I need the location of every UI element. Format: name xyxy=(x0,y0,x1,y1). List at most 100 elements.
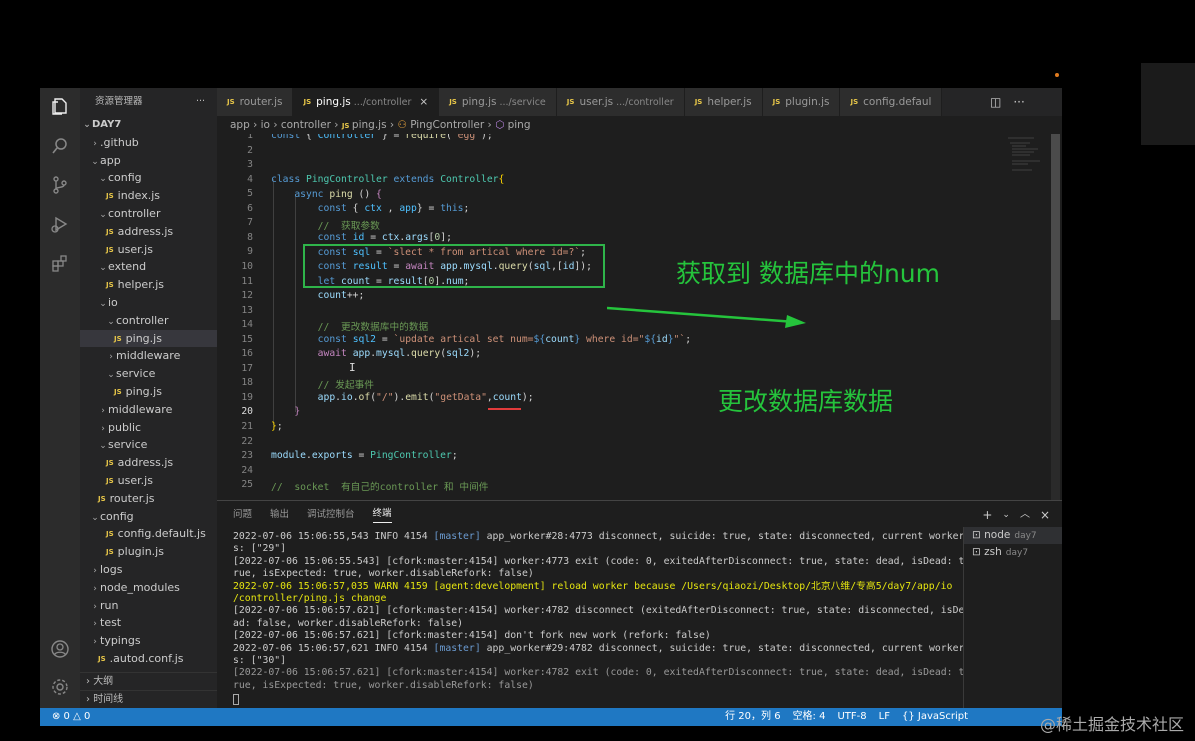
tree-item-label: logs xyxy=(100,562,123,576)
panel-tab[interactable]: 调试控制台 xyxy=(307,501,355,529)
terminal-output[interactable]: 2022-07-06 15:06:55,543 INFO 4154 [maste… xyxy=(233,531,963,706)
account-icon[interactable] xyxy=(48,637,72,661)
tab-label: user.js xyxy=(579,96,614,108)
terminal-icon: ⊡ xyxy=(972,529,985,541)
tree-item-label: middleware xyxy=(108,402,173,416)
folder-item[interactable]: ⌄app xyxy=(80,152,217,170)
extensions-icon[interactable] xyxy=(48,251,72,275)
split-editor-icon[interactable]: ◫ xyxy=(990,88,1001,116)
js-file-icon: JS xyxy=(341,122,352,130)
file-item[interactable]: JS ping.js xyxy=(80,383,217,401)
terminal-line: [2022-07-06 15:06:55.543] [cfork:master:… xyxy=(233,555,963,567)
breadcrumb-item[interactable]: PingController xyxy=(410,119,484,131)
folder-item[interactable]: › public xyxy=(80,419,217,437)
source-control-icon[interactable] xyxy=(48,173,72,197)
folder-item[interactable]: › test xyxy=(80,614,217,632)
js-file-icon: JS xyxy=(227,98,235,106)
text-cursor-icon: I xyxy=(349,361,356,374)
folder-item[interactable]: › typings xyxy=(80,632,217,650)
js-file-icon: JS xyxy=(303,98,312,106)
language-mode[interactable]: {} JavaScript xyxy=(902,708,968,726)
folder-item[interactable]: ⌄config xyxy=(80,169,217,187)
breadcrumb-item[interactable]: controller xyxy=(281,119,331,131)
editor-tab[interactable]: JS ping.js .../controller × xyxy=(293,88,440,116)
folder-item[interactable]: › logs xyxy=(80,561,217,579)
file-item[interactable]: JS user.js xyxy=(80,241,217,259)
tab-label: ping.js xyxy=(461,96,497,108)
explorer-icon[interactable] xyxy=(48,94,72,118)
folder-item[interactable]: › middleware xyxy=(80,401,217,419)
folder-item[interactable]: ⌄controller xyxy=(80,205,217,223)
cursor-position[interactable]: 行 20，列 6 xyxy=(725,708,780,726)
editor-scrollbar[interactable] xyxy=(1051,134,1060,500)
breadcrumb-item[interactable]: ping.js xyxy=(352,119,387,131)
tab-label: helper.js xyxy=(707,96,752,108)
close-tab-icon[interactable]: × xyxy=(419,96,428,108)
outline-section[interactable]: › 大纲 xyxy=(80,672,217,690)
search-icon[interactable] xyxy=(48,134,72,158)
folder-item[interactable]: ⌄service xyxy=(80,436,217,454)
line-number: 19 xyxy=(241,391,253,403)
settings-gear-icon[interactable] xyxy=(48,675,72,699)
minimap[interactable] xyxy=(1004,134,1048,194)
file-item[interactable]: JS .autod.conf.js xyxy=(80,650,217,668)
panel-tab[interactable]: 终端 xyxy=(372,501,392,523)
folder-item[interactable]: › middleware xyxy=(80,347,217,365)
folder-item[interactable]: › .github xyxy=(80,134,217,152)
breadcrumb-item[interactable]: io xyxy=(261,119,270,131)
terminal-name: node xyxy=(984,529,1011,541)
file-item[interactable]: JS user.js xyxy=(80,472,217,490)
editor-tab[interactable]: JS ping.js .../service xyxy=(439,88,557,116)
file-item[interactable]: JS router.js xyxy=(80,490,217,508)
file-item[interactable]: JS address.js xyxy=(80,454,217,472)
tree-item-label: .autod.conf.js xyxy=(109,651,184,665)
editor-tab[interactable]: JS user.js .../controller xyxy=(556,88,685,116)
explorer-header: 资源管理器 ··· xyxy=(80,88,217,116)
editor-tab[interactable]: JS config.defaul xyxy=(840,88,943,116)
terminal-list: ⊡ node day7 ⊡ zsh day7 xyxy=(963,527,1062,709)
code-editor[interactable]: 1 2 3 4 5 6 7 8 9 10 11 12 13 14 15 16 17 18 19 20 21 22 23 24 2… xyxy=(217,134,1062,500)
folder-item[interactable]: ⌄controller xyxy=(80,312,217,330)
problems-indicator[interactable]: ⊗ 0 △ 0 xyxy=(52,708,90,726)
side-panel-stub xyxy=(1141,63,1195,145)
encoding[interactable]: UTF-8 xyxy=(837,708,866,726)
tree-item-label: controller xyxy=(108,206,161,220)
editor-tab[interactable]: JS router.js xyxy=(217,88,294,116)
folder-item[interactable]: ⌄service xyxy=(80,365,217,383)
timeline-section[interactable]: › 时间线 xyxy=(80,690,217,708)
folder-item[interactable]: ⌄extend xyxy=(80,258,217,276)
folder-item[interactable]: ⌄io xyxy=(80,294,217,312)
file-item[interactable]: JS helper.js xyxy=(80,276,217,294)
annotation-get-num: 获取到 数据库中的num xyxy=(676,259,940,288)
file-item[interactable]: JS address.js xyxy=(80,223,217,241)
panel-tab[interactable]: 输出 xyxy=(270,501,289,529)
folder-item[interactable]: ⌄config xyxy=(80,508,217,526)
line-number: 10 xyxy=(241,260,253,272)
workspace-root[interactable]: ⌄DAY7 xyxy=(80,116,217,134)
end-of-line[interactable]: LF xyxy=(879,708,890,726)
breadcrumb-item[interactable]: ping xyxy=(508,119,531,131)
terminal-instance[interactable]: ⊡ zsh day7 xyxy=(964,544,1062,561)
breadcrumb-item[interactable]: app xyxy=(230,119,250,131)
maximize-panel-icon[interactable]: ︿ xyxy=(1020,501,1030,529)
more-actions-icon[interactable]: ··· xyxy=(196,88,205,116)
js-file-icon: JS xyxy=(106,476,114,485)
indentation[interactable]: 空格: 4 xyxy=(793,708,826,726)
folder-item[interactable]: › node_modules xyxy=(80,579,217,597)
file-item[interactable]: JS plugin.js xyxy=(80,543,217,561)
editor-tab[interactable]: JS plugin.js xyxy=(762,88,841,116)
chevron-down-icon[interactable]: ⌄ xyxy=(1002,501,1010,529)
run-debug-icon[interactable] xyxy=(48,212,72,236)
file-item[interactable]: JS config.default.js xyxy=(80,525,217,543)
close-panel-icon[interactable]: × xyxy=(1040,501,1050,529)
editor-more-icon[interactable]: ··· xyxy=(1013,88,1024,116)
file-item[interactable]: JS index.js xyxy=(80,187,217,205)
editor-tab[interactable]: JS helper.js xyxy=(684,88,763,116)
terminal-instance[interactable]: ⊡ node day7 xyxy=(964,527,1062,544)
js-file-icon: JS xyxy=(98,494,106,503)
new-terminal-icon[interactable]: + xyxy=(982,501,992,529)
folder-item[interactable]: › run xyxy=(80,597,217,615)
file-item[interactable]: JS ping.js xyxy=(80,329,217,348)
panel-tab[interactable]: 问题 xyxy=(233,501,252,529)
tree-item-label: typings xyxy=(100,634,141,648)
